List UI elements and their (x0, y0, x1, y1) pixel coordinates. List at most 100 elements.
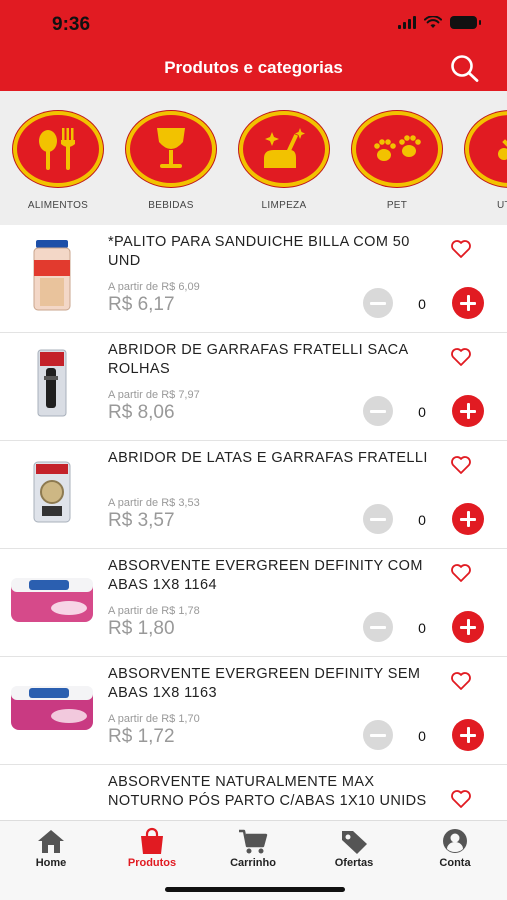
category-circle (352, 111, 442, 187)
product-image[interactable] (8, 345, 96, 423)
wifi-icon (424, 15, 442, 28)
decrease-quantity-button[interactable] (363, 396, 393, 426)
product-name[interactable]: ABSORVENTE NATURALMENTE MAX NOTURNO PÓS … (108, 773, 438, 811)
increase-quantity-button[interactable] (452, 503, 484, 535)
category-limpeza[interactable]: LIMPEZA (236, 111, 332, 211)
category-utilidades[interactable]: UTILI (462, 111, 507, 211)
category-label: BEBIDAS (148, 200, 194, 211)
product-image[interactable] (8, 669, 96, 747)
category-circle (126, 111, 216, 187)
tab-label: Home (35, 857, 67, 869)
search-icon (451, 55, 479, 82)
tab-carrinho[interactable]: Carrinho (208, 827, 298, 869)
category-label: PET (386, 200, 408, 211)
cleaning-icon (264, 128, 305, 168)
product-row[interactable]: ABRIDOR DE LATAS E GARRAFAS FRATELLI A p… (0, 441, 507, 549)
category-bebidas[interactable]: BEBIDAS (123, 111, 219, 211)
paw-icon (374, 135, 421, 161)
favorite-button[interactable] (450, 455, 472, 475)
tab-label: Ofertas (334, 857, 374, 869)
favorite-button[interactable] (450, 239, 472, 259)
home-indicator (165, 887, 345, 892)
battery-icon (450, 15, 481, 29)
utensils-icon (498, 139, 507, 160)
product-from-price: A partir de R$ 1,70 (108, 713, 200, 725)
increase-quantity-button[interactable] (452, 611, 484, 643)
quantity-value: 0 (418, 512, 426, 528)
product-price: R$ 1,72 (108, 726, 175, 747)
tab-label: Conta (439, 857, 471, 869)
product-from-price: A partir de R$ 6,09 (108, 281, 200, 293)
product-list[interactable]: *PALITO PARA SANDUICHE BILLA COM 50 UND … (0, 225, 507, 820)
search-button[interactable] (448, 53, 482, 83)
home-icon (38, 830, 64, 853)
increase-quantity-button[interactable] (452, 719, 484, 751)
status-icons (398, 15, 481, 29)
product-name[interactable]: ABRIDOR DE LATAS E GARRAFAS FRATELLI (108, 449, 438, 468)
product-name[interactable]: *PALITO PARA SANDUICHE BILLA COM 50 UND (108, 233, 438, 271)
product-image[interactable] (8, 791, 96, 820)
status-time: 9:36 (52, 14, 91, 35)
product-row[interactable]: *PALITO PARA SANDUICHE BILLA COM 50 UND … (0, 225, 507, 333)
product-row[interactable]: ABRIDOR DE GARRAFAS FRATELLI SACA ROLHAS… (0, 333, 507, 441)
tab-ofertas[interactable]: Ofertas (309, 827, 399, 869)
quantity-value: 0 (418, 404, 426, 420)
product-price: R$ 3,57 (108, 510, 175, 531)
product-from-price: A partir de R$ 3,53 (108, 497, 200, 509)
category-circle (239, 111, 329, 187)
heart-icon (451, 456, 471, 474)
heart-icon (451, 240, 471, 258)
app-header: 9:36 Produtos e categorias (0, 0, 507, 91)
product-image[interactable] (8, 453, 96, 531)
decrease-quantity-button[interactable] (363, 504, 393, 534)
product-image[interactable] (8, 237, 96, 315)
product-from-price: A partir de R$ 1,78 (108, 605, 200, 617)
page-title: Produtos e categorias (164, 58, 343, 77)
tab-home[interactable]: Home (6, 827, 96, 869)
decrease-quantity-button[interactable] (363, 612, 393, 642)
favorite-button[interactable] (450, 563, 472, 583)
tab-conta[interactable]: Conta (410, 827, 500, 869)
decrease-quantity-button[interactable] (363, 720, 393, 750)
heart-icon (451, 564, 471, 582)
product-name[interactable]: ABRIDOR DE GARRAFAS FRATELLI SACA ROLHAS (108, 341, 438, 379)
product-row[interactable]: ABSORVENTE NATURALMENTE MAX NOTURNO PÓS … (0, 765, 507, 820)
favorite-button[interactable] (450, 671, 472, 691)
cutlery-icon (39, 128, 75, 170)
tab-label: Produtos (127, 857, 177, 869)
product-from-price: A partir de R$ 7,97 (108, 389, 200, 401)
category-label: ALIMENTOS (27, 200, 89, 211)
user-icon (443, 829, 467, 853)
quantity-value: 0 (418, 296, 426, 312)
category-label: UTILI (497, 200, 507, 211)
increase-quantity-button[interactable] (452, 395, 484, 427)
category-carousel[interactable]: ALIMENTOS BEBIDAS LIMPEZA PET U (0, 91, 507, 225)
heart-icon (451, 672, 471, 690)
product-row[interactable]: ABSORVENTE EVERGREEN DEFINITY COM ABAS 1… (0, 549, 507, 657)
increase-quantity-button[interactable] (452, 287, 484, 319)
category-alimentos[interactable]: ALIMENTOS (10, 111, 106, 211)
product-name[interactable]: ABSORVENTE EVERGREEN DEFINITY COM ABAS 1… (108, 557, 438, 595)
signal-icon (398, 15, 416, 29)
quantity-value: 0 (418, 728, 426, 744)
favorite-button[interactable] (450, 347, 472, 367)
category-pet[interactable]: PET (349, 111, 445, 211)
category-label: LIMPEZA (261, 200, 307, 211)
product-price: R$ 1,80 (108, 618, 175, 639)
product-price: R$ 8,06 (108, 402, 175, 423)
decrease-quantity-button[interactable] (363, 288, 393, 318)
product-row[interactable]: ABSORVENTE EVERGREEN DEFINITY SEM ABAS 1… (0, 657, 507, 765)
heart-icon (451, 790, 471, 808)
tag-icon (342, 831, 367, 854)
product-image[interactable] (8, 561, 96, 639)
cart-icon (239, 829, 268, 854)
wine-glass-icon (157, 128, 185, 168)
quantity-value: 0 (418, 620, 426, 636)
favorite-button[interactable] (450, 789, 472, 809)
tab-label: Carrinho (230, 857, 276, 869)
product-name[interactable]: ABSORVENTE EVERGREEN DEFINITY SEM ABAS 1… (108, 665, 438, 703)
category-circle (465, 111, 507, 187)
heart-icon (451, 348, 471, 366)
bag-icon (141, 827, 163, 854)
tab-produtos[interactable]: Produtos (107, 827, 197, 869)
